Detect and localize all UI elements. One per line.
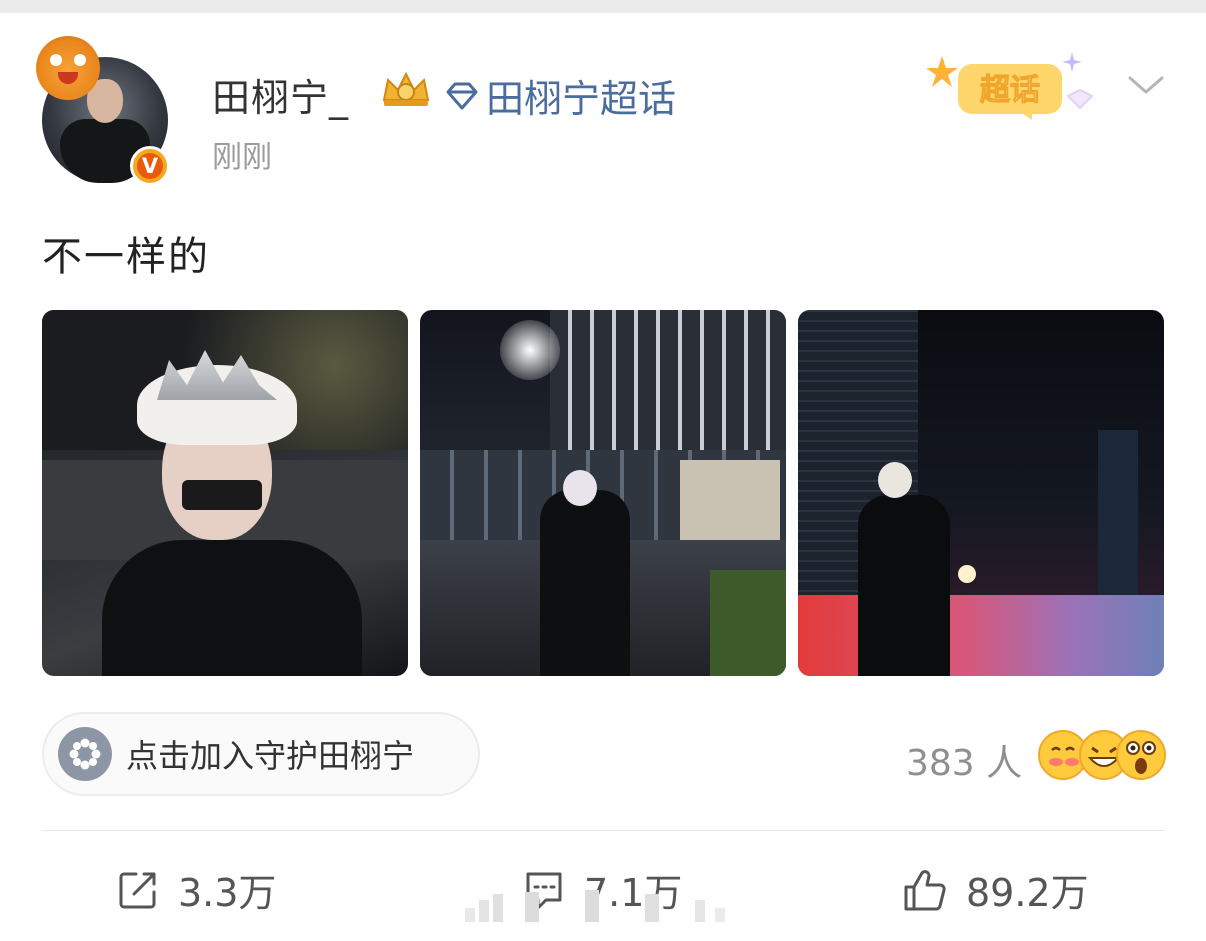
repost-button[interactable]: 3.3万 (116, 862, 276, 917)
join-guard-label: 点击加入守护田栩宁 (126, 737, 415, 775)
diamond-icon (446, 82, 478, 109)
verified-badge-icon: V (130, 146, 170, 186)
photo-3[interactable] (798, 310, 1164, 676)
supertopic-link[interactable]: 田栩宁超话 (442, 68, 676, 123)
like-icon (904, 869, 946, 910)
emoji-icon (1038, 730, 1166, 780)
supertopic-link-label: 田栩宁超话 (486, 77, 677, 121)
watermark (465, 890, 725, 922)
chevron-down-icon[interactable] (1126, 70, 1166, 100)
pinwheel-icon (58, 727, 112, 781)
crown-icon (382, 71, 430, 106)
weibo-post-card: V 田栩宁_ 田栩宁超话 刚刚 超话 不一样的 点击加入守护田栩宁 383 人 … (0, 13, 1206, 941)
supertopic-badge-label: 超话 (980, 73, 1040, 108)
tiger-pendant-icon (36, 36, 100, 100)
author-name[interactable]: 田栩宁_ (212, 67, 349, 122)
action-divider (42, 830, 1164, 831)
guard-count: 383 人 (906, 743, 1023, 784)
post-timestamp: 刚刚 (212, 140, 272, 175)
like-button[interactable]: 89.2万 (902, 862, 1089, 917)
photo-2[interactable] (420, 310, 786, 676)
repost-icon (119, 872, 156, 908)
repost-count: 3.3万 (178, 871, 277, 915)
post-text: 不一样的 (42, 234, 210, 280)
verified-badge-letter: V (137, 153, 163, 179)
join-guard-button[interactable]: 点击加入守护田栩宁 (42, 712, 480, 796)
like-count: 89.2万 (966, 871, 1089, 915)
status-strip (0, 0, 1206, 13)
supertopic-badge[interactable]: 超话 (920, 44, 1100, 120)
photo-1[interactable] (42, 310, 408, 676)
